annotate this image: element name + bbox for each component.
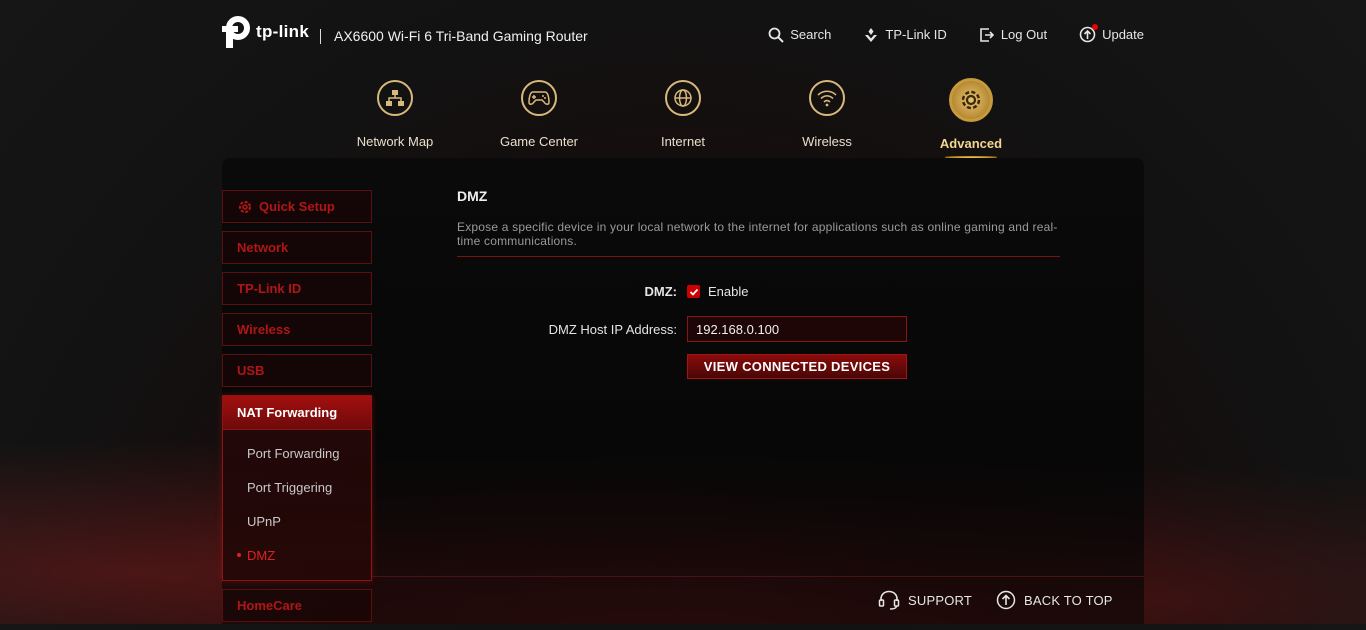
search-link[interactable]: Search	[768, 26, 831, 43]
sidebar-item-network[interactable]: Network	[222, 231, 372, 264]
header-divider	[320, 29, 321, 44]
tplink-id-icon	[863, 27, 879, 43]
sidebar-item-label: NAT Forwarding	[237, 405, 338, 420]
headset-icon	[878, 590, 900, 610]
nat-submenu: Port Forwarding Port Triggering UPnP DMZ	[223, 430, 371, 580]
search-icon	[768, 27, 784, 43]
submenu-item-port-forwarding[interactable]: Port Forwarding	[223, 436, 371, 470]
active-dot-icon	[237, 553, 241, 557]
arrow-up-icon	[996, 590, 1016, 610]
tplink-logo-icon	[222, 16, 252, 48]
submenu-item-label: DMZ	[247, 547, 276, 563]
sidebar-item-label: Network	[237, 240, 289, 255]
update-link[interactable]: Update	[1079, 24, 1144, 43]
tplink-id-label: TP-Link ID	[885, 27, 947, 42]
sidebar-item-homecare[interactable]: HomeCare	[222, 589, 372, 622]
main-nav: Network Map Game Center Internet Wireles…	[340, 78, 1030, 160]
submenu-item-dmz[interactable]: DMZ	[223, 538, 371, 572]
dmz-host-row: DMZ Host IP Address:	[457, 316, 907, 342]
nav-wireless[interactable]: Wireless	[772, 78, 882, 149]
view-connected-devices-button[interactable]: VIEW CONNECTED DEVICES	[687, 354, 907, 379]
submenu-item-upnp[interactable]: UPnP	[223, 504, 371, 538]
logout-link[interactable]: Log Out	[979, 26, 1047, 43]
update-label: Update	[1102, 27, 1144, 42]
main-panel: Quick Setup Network TP-Link ID Wireless …	[222, 158, 1144, 624]
submenu-item-label: Port Triggering	[247, 479, 333, 495]
logout-label: Log Out	[1000, 27, 1048, 42]
sidebar-item-label: Wireless	[237, 322, 291, 337]
sidebar-item-label: Quick Setup	[259, 199, 335, 214]
page-description: Expose a specific device in your local n…	[457, 220, 1060, 257]
network-map-icon	[377, 80, 413, 116]
nav-network-map[interactable]: Network Map	[340, 78, 450, 149]
footer-divider	[372, 576, 1144, 577]
sidebar: Quick Setup Network TP-Link ID Wireless …	[222, 190, 372, 630]
sidebar-item-label: TP-Link ID	[237, 281, 302, 296]
nav-label: Wireless	[802, 134, 852, 149]
dmz-enable-row: DMZ: Enable	[457, 284, 749, 299]
sidebar-item-label: USB	[237, 363, 265, 378]
content-area: DMZ Expose a specific device in your loc…	[457, 188, 1060, 379]
sidebar-item-usb[interactable]: USB	[222, 354, 372, 387]
sidebar-item-wireless[interactable]: Wireless	[222, 313, 372, 346]
wifi-icon	[809, 80, 845, 116]
submenu-item-label: Port Forwarding	[247, 445, 340, 461]
dmz-enable-checkbox[interactable]	[687, 285, 700, 298]
support-label: SUPPORT	[908, 592, 973, 608]
logout-icon	[979, 27, 995, 43]
tplink-logo[interactable]: tp-link	[222, 16, 309, 48]
sidebar-item-quick-setup[interactable]: Quick Setup	[222, 190, 372, 223]
search-label: Search	[790, 27, 832, 42]
nav-game-center[interactable]: Game Center	[484, 78, 594, 149]
nav-label: Network Map	[356, 134, 434, 149]
nav-internet[interactable]: Internet	[628, 78, 738, 149]
submenu-item-port-triggering[interactable]: Port Triggering	[223, 470, 371, 504]
sidebar-group-nat-forwarding: NAT Forwarding Port Forwarding Port Trig…	[222, 395, 372, 581]
nav-label: Internet	[660, 134, 706, 149]
dmz-host-ip-input[interactable]	[687, 316, 907, 342]
nav-label: Game Center	[499, 134, 579, 149]
sidebar-item-label: HomeCare	[237, 598, 303, 613]
nav-label: Advanced	[939, 136, 1003, 151]
gear-icon	[949, 78, 993, 122]
nav-advanced[interactable]: Advanced	[916, 78, 1026, 160]
brand-name: tp-link	[256, 22, 310, 41]
dmz-host-label: DMZ Host IP Address:	[548, 321, 677, 337]
sidebar-item-nat-forwarding[interactable]: NAT Forwarding	[223, 396, 371, 430]
top-links: Search TP-Link ID Log Out Update	[736, 24, 1144, 43]
submenu-item-label: UPnP	[247, 513, 281, 529]
back-to-top-link[interactable]: BACK TO TOP	[996, 590, 1113, 610]
router-model: AX6600 Wi-Fi 6 Tri-Band Gaming Router	[334, 28, 588, 44]
checkmark-icon	[689, 288, 698, 296]
update-icon	[1079, 24, 1099, 43]
enable-label: Enable	[708, 284, 749, 299]
header: tp-link AX6600 Wi-Fi 6 Tri-Band Gaming R…	[222, 14, 1144, 58]
sidebar-item-tplink-id[interactable]: TP-Link ID	[222, 272, 372, 305]
gamepad-icon	[521, 80, 557, 116]
page-title: DMZ	[457, 188, 488, 204]
support-link[interactable]: SUPPORT	[878, 590, 972, 610]
quick-setup-icon	[237, 199, 253, 215]
dmz-label: DMZ:	[644, 284, 678, 299]
globe-icon	[665, 80, 701, 116]
tplink-id-link[interactable]: TP-Link ID	[863, 26, 947, 43]
back-to-top-label: BACK TO TOP	[1024, 592, 1113, 608]
